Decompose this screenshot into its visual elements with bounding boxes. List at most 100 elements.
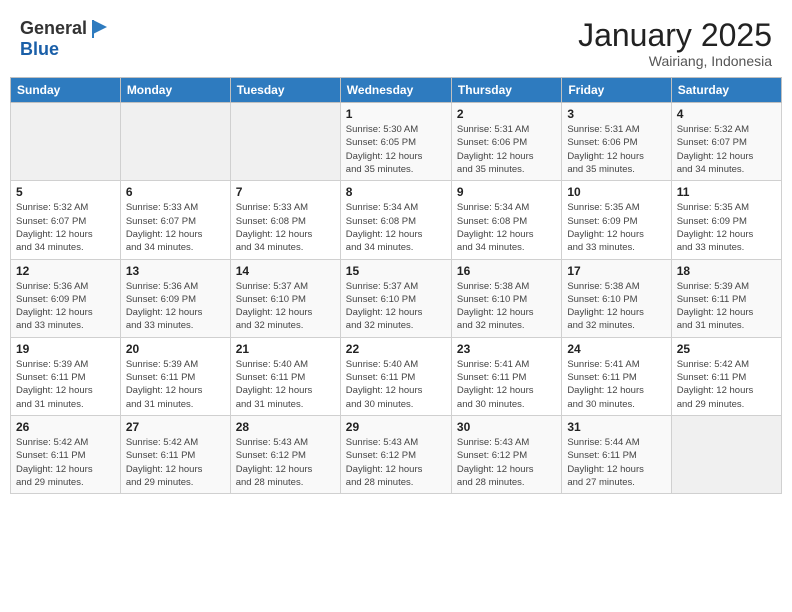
day-number: 24 bbox=[567, 342, 665, 356]
calendar-week-3: 12 Sunrise: 5:36 AMSunset: 6:09 PMDayligh… bbox=[11, 259, 782, 337]
calendar-subtitle: Wairiang, Indonesia bbox=[578, 53, 772, 69]
calendar-cell: 21 Sunrise: 5:40 AMSunset: 6:11 PMDayligh… bbox=[230, 337, 340, 415]
calendar-cell: 23 Sunrise: 5:41 AMSunset: 6:11 PMDayligh… bbox=[451, 337, 561, 415]
day-number: 15 bbox=[346, 264, 446, 278]
day-number: 1 bbox=[346, 107, 446, 121]
day-number: 28 bbox=[236, 420, 335, 434]
calendar-cell: 31 Sunrise: 5:44 AMSunset: 6:11 PMDayligh… bbox=[562, 415, 671, 493]
day-number: 8 bbox=[346, 185, 446, 199]
calendar-cell: 27Sunrise: 5:42 AMSunset: 6:11 PMDayligh… bbox=[120, 415, 230, 493]
day-number: 4 bbox=[677, 107, 776, 121]
day-number: 19 bbox=[16, 342, 115, 356]
calendar-cell bbox=[120, 103, 230, 181]
weekday-header-tuesday: Tuesday bbox=[230, 78, 340, 103]
day-number: 23 bbox=[457, 342, 556, 356]
day-info: Sunrise: 5:33 AMSunset: 6:07 PMDaylight:… bbox=[126, 201, 225, 254]
calendar-cell: 22 Sunrise: 5:40 AMSunset: 6:11 PMDayligh… bbox=[340, 337, 451, 415]
logo-general: General bbox=[20, 19, 87, 39]
calendar-cell: 15 Sunrise: 5:37 AMSunset: 6:10 PMDayligh… bbox=[340, 259, 451, 337]
day-info: Sunrise: 5:30 AMSunset: 6:05 PMDaylight:… bbox=[346, 123, 446, 176]
calendar-cell: 18 Sunrise: 5:39 AMSunset: 6:11 PMDayligh… bbox=[671, 259, 781, 337]
calendar-cell: 16Sunrise: 5:38 AMSunset: 6:10 PMDayligh… bbox=[451, 259, 561, 337]
weekday-header-friday: Friday bbox=[562, 78, 671, 103]
day-number: 17 bbox=[567, 264, 665, 278]
day-number: 14 bbox=[236, 264, 335, 278]
day-info: Sunrise: 5:36 AMSunset: 6:09 PMDaylight:… bbox=[126, 280, 225, 333]
day-info: Sunrise: 5:40 AMSunset: 6:11 PMDaylight:… bbox=[346, 358, 446, 411]
day-number: 11 bbox=[677, 185, 776, 199]
day-info: Sunrise: 5:36 AMSunset: 6:09 PMDaylight:… bbox=[16, 280, 115, 333]
weekday-header-sunday: Sunday bbox=[11, 78, 121, 103]
calendar-cell: 4 Sunrise: 5:32 AMSunset: 6:07 PMDaylight… bbox=[671, 103, 781, 181]
day-info: Sunrise: 5:38 AMSunset: 6:10 PMDaylight:… bbox=[457, 280, 556, 333]
day-info: Sunrise: 5:39 AMSunset: 6:11 PMDaylight:… bbox=[677, 280, 776, 333]
day-number: 22 bbox=[346, 342, 446, 356]
calendar-cell: 26 Sunrise: 5:42 AMSunset: 6:11 PMDayligh… bbox=[11, 415, 121, 493]
calendar-cell: 24Sunrise: 5:41 AMSunset: 6:11 PMDayligh… bbox=[562, 337, 671, 415]
calendar-cell: 13 Sunrise: 5:36 AMSunset: 6:09 PMDayligh… bbox=[120, 259, 230, 337]
calendar-cell: 14 Sunrise: 5:37 AMSunset: 6:10 PMDayligh… bbox=[230, 259, 340, 337]
day-info: Sunrise: 5:43 AMSunset: 6:12 PMDaylight:… bbox=[236, 436, 335, 489]
day-info: Sunrise: 5:37 AMSunset: 6:10 PMDaylight:… bbox=[346, 280, 446, 333]
weekday-header-wednesday: Wednesday bbox=[340, 78, 451, 103]
day-info: Sunrise: 5:37 AMSunset: 6:10 PMDaylight:… bbox=[236, 280, 335, 333]
weekday-header-monday: Monday bbox=[120, 78, 230, 103]
day-info: Sunrise: 5:43 AMSunset: 6:12 PMDaylight:… bbox=[457, 436, 556, 489]
calendar-cell bbox=[11, 103, 121, 181]
day-info: Sunrise: 5:41 AMSunset: 6:11 PMDaylight:… bbox=[457, 358, 556, 411]
calendar-cell: 20 Sunrise: 5:39 AMSunset: 6:11 PMDayligh… bbox=[120, 337, 230, 415]
calendar-cell: 28 Sunrise: 5:43 AMSunset: 6:12 PMDayligh… bbox=[230, 415, 340, 493]
calendar-cell: 6 Sunrise: 5:33 AMSunset: 6:07 PMDaylight… bbox=[120, 181, 230, 259]
calendar-cell: 17 Sunrise: 5:38 AMSunset: 6:10 PMDayligh… bbox=[562, 259, 671, 337]
logo: General Blue bbox=[20, 18, 111, 60]
day-info: Sunrise: 5:43 AMSunset: 6:12 PMDaylight:… bbox=[346, 436, 446, 489]
calendar-cell: 19 Sunrise: 5:39 AMSunset: 6:11 PMDayligh… bbox=[11, 337, 121, 415]
calendar-week-1: 1 Sunrise: 5:30 AMSunset: 6:05 PMDaylight… bbox=[11, 103, 782, 181]
day-number: 25 bbox=[677, 342, 776, 356]
calendar-cell bbox=[230, 103, 340, 181]
logo-blue: Blue bbox=[20, 39, 59, 59]
day-number: 20 bbox=[126, 342, 225, 356]
day-number: 18 bbox=[677, 264, 776, 278]
calendar-cell: 9Sunrise: 5:34 AMSunset: 6:08 PMDaylight… bbox=[451, 181, 561, 259]
day-number: 26 bbox=[16, 420, 115, 434]
calendar-cell: 11 Sunrise: 5:35 AMSunset: 6:09 PMDayligh… bbox=[671, 181, 781, 259]
calendar-cell: 1 Sunrise: 5:30 AMSunset: 6:05 PMDaylight… bbox=[340, 103, 451, 181]
calendar-cell: 30Sunrise: 5:43 AMSunset: 6:12 PMDayligh… bbox=[451, 415, 561, 493]
calendar-table: SundayMondayTuesdayWednesdayThursdayFrid… bbox=[10, 77, 782, 494]
day-number: 6 bbox=[126, 185, 225, 199]
day-info: Sunrise: 5:44 AMSunset: 6:11 PMDaylight:… bbox=[567, 436, 665, 489]
day-info: Sunrise: 5:39 AMSunset: 6:11 PMDaylight:… bbox=[16, 358, 115, 411]
calendar-cell: 12 Sunrise: 5:36 AMSunset: 6:09 PMDayligh… bbox=[11, 259, 121, 337]
day-number: 13 bbox=[126, 264, 225, 278]
calendar-cell: 7Sunrise: 5:33 AMSunset: 6:08 PMDaylight… bbox=[230, 181, 340, 259]
day-info: Sunrise: 5:35 AMSunset: 6:09 PMDaylight:… bbox=[677, 201, 776, 254]
day-number: 27 bbox=[126, 420, 225, 434]
title-block: January 2025 Wairiang, Indonesia bbox=[578, 18, 772, 69]
calendar-cell: 2Sunrise: 5:31 AMSunset: 6:06 PMDaylight… bbox=[451, 103, 561, 181]
day-number: 7 bbox=[236, 185, 335, 199]
day-number: 3 bbox=[567, 107, 665, 121]
day-number: 9 bbox=[457, 185, 556, 199]
calendar-week-4: 19 Sunrise: 5:39 AMSunset: 6:11 PMDayligh… bbox=[11, 337, 782, 415]
weekday-header-row: SundayMondayTuesdayWednesdayThursdayFrid… bbox=[11, 78, 782, 103]
day-number: 21 bbox=[236, 342, 335, 356]
calendar-cell: 25Sunrise: 5:42 AMSunset: 6:11 PMDayligh… bbox=[671, 337, 781, 415]
day-info: Sunrise: 5:38 AMSunset: 6:10 PMDaylight:… bbox=[567, 280, 665, 333]
day-info: Sunrise: 5:32 AMSunset: 6:07 PMDaylight:… bbox=[677, 123, 776, 176]
page-header: General Blue January 2025 Wairiang, Indo… bbox=[10, 10, 782, 73]
day-number: 10 bbox=[567, 185, 665, 199]
day-info: Sunrise: 5:35 AMSunset: 6:09 PMDaylight:… bbox=[567, 201, 665, 254]
day-info: Sunrise: 5:34 AMSunset: 6:08 PMDaylight:… bbox=[346, 201, 446, 254]
calendar-cell: 3Sunrise: 5:31 AMSunset: 6:06 PMDaylight… bbox=[562, 103, 671, 181]
day-info: Sunrise: 5:40 AMSunset: 6:11 PMDaylight:… bbox=[236, 358, 335, 411]
day-info: Sunrise: 5:39 AMSunset: 6:11 PMDaylight:… bbox=[126, 358, 225, 411]
day-number: 31 bbox=[567, 420, 665, 434]
weekday-header-saturday: Saturday bbox=[671, 78, 781, 103]
day-number: 29 bbox=[346, 420, 446, 434]
day-info: Sunrise: 5:32 AMSunset: 6:07 PMDaylight:… bbox=[16, 201, 115, 254]
calendar-cell: 8 Sunrise: 5:34 AMSunset: 6:08 PMDaylight… bbox=[340, 181, 451, 259]
day-info: Sunrise: 5:42 AMSunset: 6:11 PMDaylight:… bbox=[16, 436, 115, 489]
day-number: 12 bbox=[16, 264, 115, 278]
logo-flag-icon bbox=[89, 18, 111, 40]
